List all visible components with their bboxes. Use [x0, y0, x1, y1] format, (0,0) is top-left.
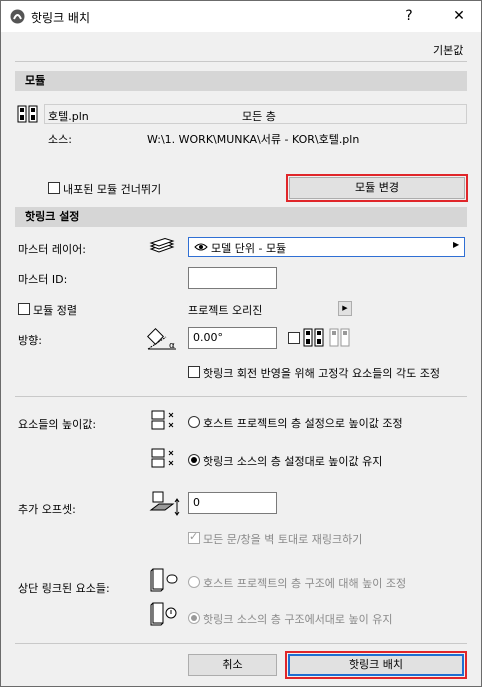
hotlink-dialog: 핫링크 배치 ? ✕ 기본값 모듈 호텔.pln 모든 층 소스: W:\1. … — [0, 0, 482, 687]
source-label: 소스: — [48, 133, 72, 146]
adjust-angle-checkbox[interactable] — [188, 366, 200, 378]
elevation-source-radio[interactable] — [188, 454, 200, 466]
project-origin-arrow-button[interactable]: ▶ — [338, 301, 352, 316]
divider — [15, 396, 467, 397]
master-layer-value: 모델 단위 - 모듈 — [211, 242, 287, 255]
master-layer-dropdown[interactable]: 모델 단위 - 모듈 ▶ — [188, 237, 465, 257]
orientation-input[interactable]: 0.00° — [188, 327, 277, 349]
skip-nested-checkbox[interactable] — [48, 182, 60, 194]
elevation-host-icon — [151, 410, 174, 430]
svg-text:α: α — [169, 341, 175, 351]
elevation-source-icon — [151, 448, 174, 468]
rotation-angle-icon: α — [147, 328, 176, 351]
archicad-icon — [10, 9, 25, 24]
top-linked-source-radio[interactable] — [188, 612, 200, 624]
mirror-icon — [303, 328, 350, 347]
top-linked-host-icon — [150, 568, 178, 592]
elevation-source-label: 핫링크 소스의 층 설정대로 높이값 유지 — [203, 455, 383, 468]
hotlink-settings-header: 핫링크 설정 — [15, 207, 467, 227]
module-file-icon — [17, 105, 38, 123]
eye-icon — [194, 243, 208, 251]
module-file-name: 호텔.pln — [48, 110, 89, 123]
align-module-checkbox[interactable] — [18, 303, 30, 315]
module-stories: 모든 층 — [242, 110, 276, 123]
offset-input[interactable]: 0 — [188, 492, 277, 514]
defaults-link[interactable]: 기본값 — [433, 42, 463, 58]
place-hotlink-button[interactable]: 핫링크 배치 — [285, 651, 467, 679]
offset-label: 추가 오프셋: — [18, 503, 76, 516]
module-file-row: 호텔.pln 모든 층 — [44, 104, 467, 124]
close-button[interactable]: ✕ — [449, 6, 469, 26]
divider — [15, 61, 467, 62]
help-button[interactable]: ? — [399, 6, 419, 26]
divider — [15, 643, 467, 644]
project-origin-label: 프로젝트 오리진 — [188, 304, 263, 317]
top-linked-source-icon — [150, 602, 177, 626]
relink-label: 모든 문/창을 벽 토대로 재링크하기 — [203, 533, 363, 546]
orientation-label: 방향: — [18, 334, 42, 347]
top-linked-label: 상단 링크된 요소들: — [18, 582, 110, 595]
source-path: W:\1. WORK\MUNKA\서류 - KOR\호텔.pln — [147, 133, 360, 146]
offset-icon — [149, 491, 180, 516]
top-linked-host-radio[interactable] — [188, 576, 200, 588]
change-module-button[interactable]: 모듈 변경 — [286, 174, 468, 202]
adjust-angle-label: 핫링크 회전 반영을 위해 고정각 요소들의 각도 조정 — [203, 367, 440, 380]
master-id-label: 마스터 ID: — [18, 273, 68, 286]
cancel-button[interactable]: 취소 — [188, 654, 277, 676]
master-id-input[interactable] — [188, 267, 277, 289]
align-module-label: 모듈 정렬 — [33, 304, 77, 317]
mirror-checkbox[interactable] — [288, 332, 300, 344]
top-linked-host-label: 호스트 프로젝트의 층 구조에 대해 높이 조정 — [203, 577, 407, 590]
master-layer-label: 마스터 레이어: — [18, 243, 86, 256]
relink-checkbox[interactable] — [188, 530, 200, 544]
top-linked-source-label: 핫링크 소스의 층 구조에서대로 높이 유지 — [203, 613, 393, 626]
module-section-header: 모듈 — [15, 71, 467, 91]
skip-nested-label: 내포된 모듈 건너뛰기 — [63, 183, 162, 196]
window-title: 핫링크 배치 — [31, 11, 91, 25]
title-bar[interactable]: 핫링크 배치 ? ✕ — [1, 1, 481, 32]
layers-icon — [149, 238, 175, 253]
dropdown-arrow-icon: ▶ — [453, 240, 460, 249]
elevation-host-label: 호스트 프로젝트의 층 설정으로 높이값 조정 — [203, 417, 403, 430]
elevation-label: 요소들의 높이값: — [18, 418, 97, 431]
elevation-host-radio[interactable] — [188, 416, 200, 428]
